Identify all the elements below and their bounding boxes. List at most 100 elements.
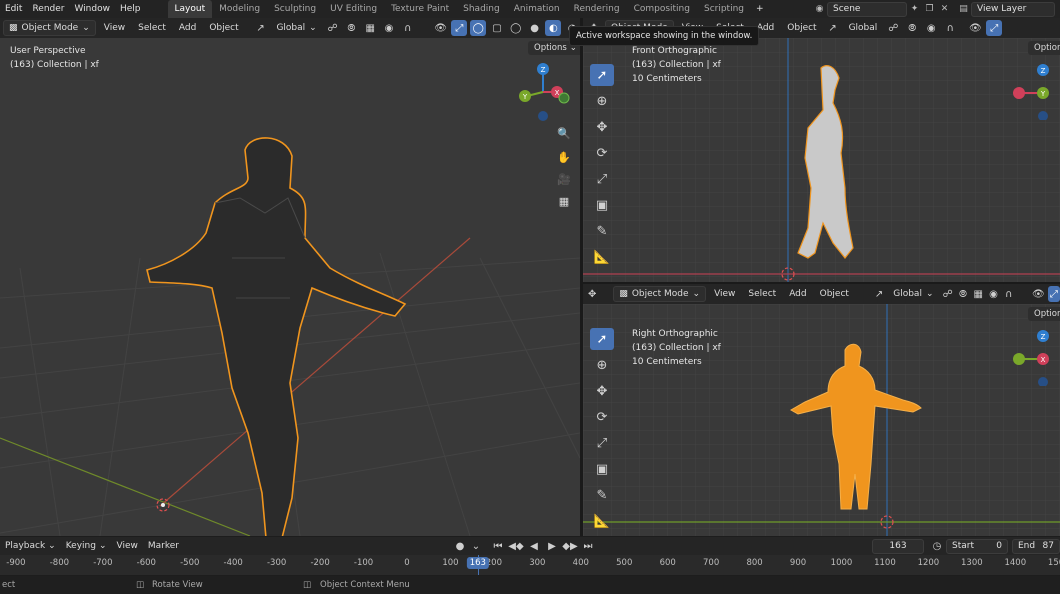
- snap-settings-icon[interactable]: ▦: [362, 20, 378, 36]
- playhead-frame-badge[interactable]: 163: [466, 557, 489, 569]
- play-reverse-icon[interactable]: ◀: [526, 538, 542, 554]
- pivot-point-icon[interactable]: ☍: [325, 20, 341, 36]
- scale-tool-icon[interactable]: ⤢: [590, 168, 614, 190]
- right-select-menu[interactable]: Select: [743, 286, 781, 302]
- proportional-editing-icon[interactable]: ◉: [381, 20, 397, 36]
- camera-view-icon[interactable]: 🎥: [555, 170, 573, 188]
- snap-icon[interactable]: ⦾: [904, 20, 920, 36]
- gizmo-toggle-icon[interactable]: ⤢: [986, 20, 1003, 36]
- play-icon[interactable]: ▶: [544, 538, 560, 554]
- menu-render[interactable]: Render: [27, 0, 69, 18]
- right-mode-dropdown[interactable]: ▩ Object Mode ⌄: [613, 286, 707, 302]
- front-options-dropdown[interactable]: Options: [1028, 41, 1060, 55]
- delete-scene-icon[interactable]: ✕: [937, 2, 952, 17]
- ortho-grid-icon[interactable]: ▦: [555, 192, 573, 210]
- main-viewport[interactable]: User Perspective (163) Collection | xf O…: [0, 38, 580, 536]
- tab-uv-editing[interactable]: UV Editing: [323, 0, 384, 18]
- pivot-point-icon[interactable]: ☍: [885, 20, 901, 36]
- front-transform-dropdown[interactable]: Global: [844, 20, 883, 36]
- annotate-tool-icon[interactable]: ✎: [590, 220, 614, 242]
- cursor-tool-icon[interactable]: ⊕: [590, 90, 614, 112]
- scale-tool-icon[interactable]: ⤢: [590, 432, 614, 454]
- snap-settings-icon[interactable]: ▦: [972, 286, 984, 302]
- tab-compositing[interactable]: Compositing: [627, 0, 697, 18]
- prev-keyframe-icon[interactable]: ◀◆: [508, 538, 524, 554]
- falloff-icon[interactable]: ∩: [400, 20, 416, 36]
- scene-icon[interactable]: ◉: [812, 2, 827, 17]
- tab-scripting[interactable]: Scripting: [697, 0, 751, 18]
- solid-shading-icon[interactable]: ●: [527, 20, 543, 36]
- pan-hand-icon[interactable]: ✋: [555, 148, 573, 166]
- tab-modeling[interactable]: Modeling: [212, 0, 267, 18]
- clock-icon[interactable]: ◷: [929, 538, 945, 554]
- right-view-menu[interactable]: View: [709, 286, 740, 302]
- wireframe-shading-icon[interactable]: ◯: [508, 20, 524, 36]
- jump-end-icon[interactable]: ⏭: [580, 538, 596, 554]
- menu-help[interactable]: Help: [115, 0, 146, 18]
- right-add-menu[interactable]: Add: [784, 286, 811, 302]
- view-menu[interactable]: View: [99, 20, 130, 36]
- add-menu[interactable]: Add: [174, 20, 201, 36]
- add-workspace-button[interactable]: +: [751, 0, 769, 18]
- start-frame-field[interactable]: Start 0: [946, 538, 1008, 554]
- mode-dropdown[interactable]: ▩ Object Mode ⌄: [3, 20, 96, 36]
- snap-icon[interactable]: ⦾: [344, 20, 360, 36]
- tab-layout[interactable]: Layout: [167, 0, 213, 18]
- select-menu[interactable]: Select: [133, 20, 171, 36]
- jump-start-icon[interactable]: ⏮: [490, 538, 506, 554]
- object-menu[interactable]: Object: [204, 20, 243, 36]
- end-frame-field[interactable]: End 87: [1012, 538, 1060, 554]
- timeline-ruler[interactable]: -900 -800 -700 -600 -500 -400 -300 -200 -100 0 100…: [0, 555, 1060, 575]
- cursor-tool-icon[interactable]: ⊕: [590, 354, 614, 376]
- measure-tool-icon[interactable]: 📐: [590, 510, 614, 532]
- tab-sculpting[interactable]: Sculpting: [267, 0, 323, 18]
- timeline-view-menu[interactable]: View: [112, 538, 143, 554]
- material-shading-icon[interactable]: ◐: [545, 20, 562, 36]
- falloff-icon[interactable]: ∩: [942, 20, 958, 36]
- pivot-point-icon[interactable]: ☍: [942, 286, 954, 302]
- view-layer-icon[interactable]: ▤: [956, 2, 971, 17]
- visibility-icon[interactable]: 👁: [433, 20, 449, 36]
- menu-window[interactable]: Window: [69, 0, 115, 18]
- gizmo-toggle-icon[interactable]: ⤢: [1047, 286, 1060, 302]
- tab-rendering[interactable]: Rendering: [567, 0, 627, 18]
- annotate-tool-icon[interactable]: ✎: [590, 484, 614, 506]
- scene-name-field[interactable]: Scene: [827, 1, 907, 17]
- keying-menu[interactable]: Keying ⌄: [61, 538, 112, 554]
- select-box-tool-icon[interactable]: ➚: [590, 328, 614, 350]
- chevron-down-icon[interactable]: ⌄: [470, 538, 482, 554]
- front-navigation-gizmo[interactable]: Z Y: [1013, 60, 1060, 120]
- right-transform-dropdown[interactable]: Global ⌄: [888, 286, 938, 302]
- move-tool-icon[interactable]: ✥: [590, 380, 614, 402]
- zoom-icon[interactable]: 🔍: [555, 124, 573, 142]
- marker-menu[interactable]: Marker: [143, 538, 184, 554]
- right-viewport[interactable]: Right Orthographic (163) Collection | xf…: [583, 304, 1060, 536]
- tab-texture-paint[interactable]: Texture Paint: [384, 0, 456, 18]
- falloff-icon[interactable]: ∩: [1003, 286, 1015, 302]
- right-object-menu[interactable]: Object: [815, 286, 854, 302]
- view-layer-field[interactable]: View Layer: [971, 1, 1055, 17]
- tab-shading[interactable]: Shading: [456, 0, 507, 18]
- new-scene-icon[interactable]: ❐: [922, 2, 937, 17]
- front-object-menu[interactable]: Object: [782, 20, 821, 36]
- visibility-icon[interactable]: 👁: [1032, 286, 1045, 302]
- gizmo-toggle-icon[interactable]: ⤢: [451, 20, 468, 36]
- visibility-icon[interactable]: 👁: [967, 20, 983, 36]
- editor-type-icon[interactable]: ✥: [586, 286, 598, 302]
- transform-tool-icon[interactable]: ▣: [590, 458, 614, 480]
- proportional-editing-icon[interactable]: ◉: [987, 286, 999, 302]
- current-frame-field[interactable]: 163: [872, 538, 924, 554]
- pin-icon[interactable]: ✦: [907, 2, 922, 17]
- right-options-dropdown[interactable]: Options: [1028, 307, 1060, 321]
- snap-icon[interactable]: ⦾: [957, 286, 969, 302]
- overlay-toggle-icon[interactable]: ◯: [470, 20, 487, 36]
- record-icon[interactable]: ●: [452, 538, 468, 554]
- measure-tool-icon[interactable]: 📐: [590, 246, 614, 268]
- tab-animation[interactable]: Animation: [507, 0, 567, 18]
- rotate-tool-icon[interactable]: ⟳: [590, 406, 614, 428]
- move-tool-icon[interactable]: ✥: [590, 116, 614, 138]
- rotate-tool-icon[interactable]: ⟳: [590, 142, 614, 164]
- select-box-tool-icon[interactable]: ➚: [590, 64, 614, 86]
- xray-icon[interactable]: ▢: [489, 20, 505, 36]
- transform-orientation-dropdown[interactable]: Global ⌄: [271, 20, 321, 36]
